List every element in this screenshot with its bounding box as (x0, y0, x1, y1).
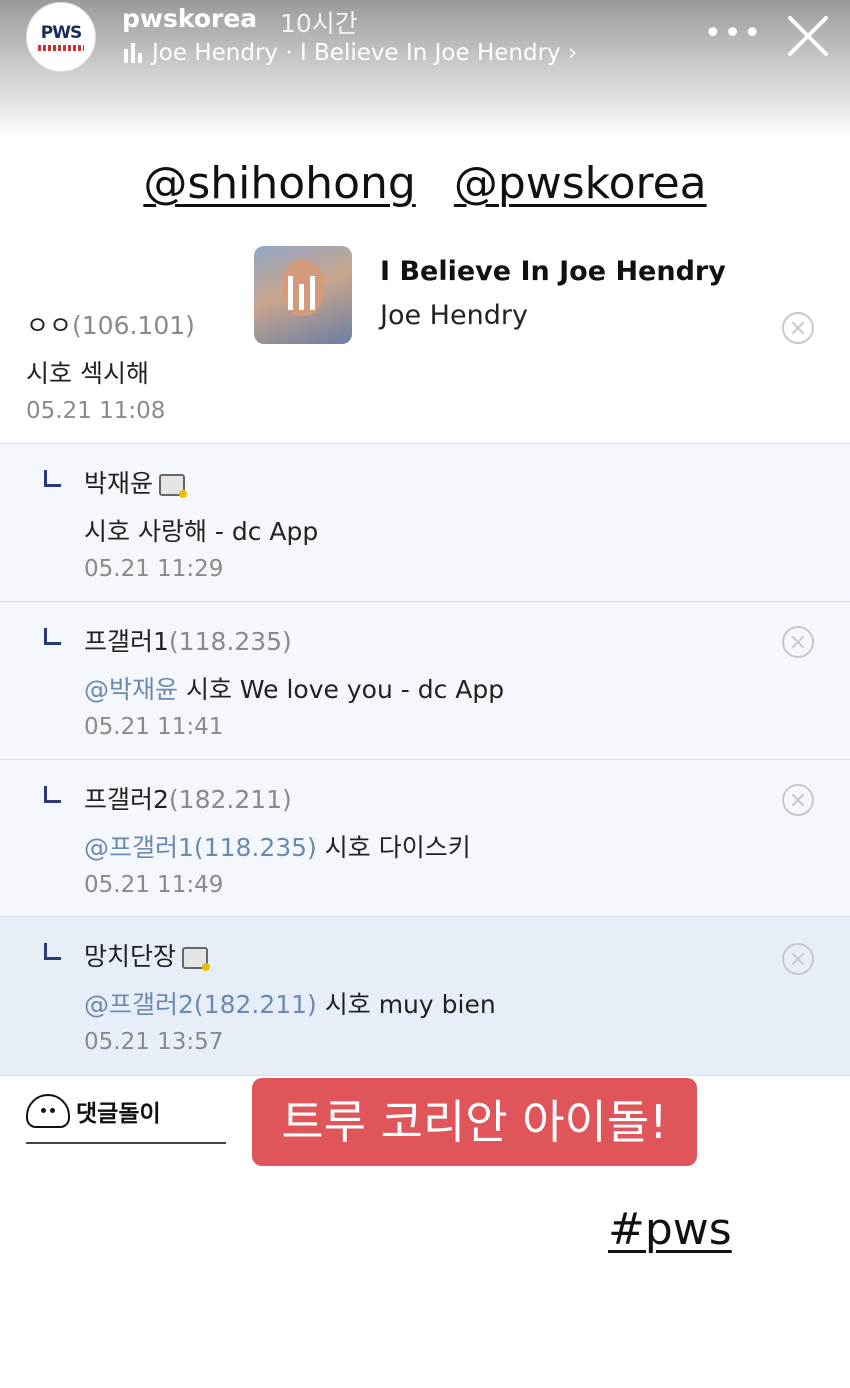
more-options-icon[interactable]: ••• (704, 16, 763, 51)
fixed-nick-badge-icon (182, 947, 211, 971)
delete-comment-icon[interactable] (782, 626, 814, 658)
author-name: 프갤러1 (84, 627, 169, 656)
comment-date: 05.21 11:08 (26, 398, 166, 424)
author-ip: (182.211) (168, 785, 292, 814)
reply-item: 망치단장 @프갤러2(182.211) 시호 muy bien 05.21 13… (0, 916, 850, 1076)
reply-text: 시호 We love you - dc App (178, 675, 505, 704)
comment-text: 시호 섹시해 (26, 359, 149, 388)
comment-text: @박재윤 시호 We love you - dc App (84, 670, 504, 706)
reply-mention[interactable]: @프갤러1(118.235) (84, 833, 317, 862)
reply-text: 시호 muy bien (316, 990, 496, 1019)
comment-date: 05.21 13:57 (84, 1029, 224, 1055)
comment-bot-label: 댓글돌이 (26, 1094, 161, 1128)
reply-item: 프갤러1(118.235) @박재윤 시호 We love you - dc A… (0, 601, 850, 760)
profile-avatar[interactable]: PWS (26, 2, 96, 72)
comment-text: 시호 사랑해 - dc App (84, 517, 319, 546)
comment-author: ㅇㅇ(106.101) (26, 306, 195, 342)
story-text-banner: 트루 코리안 아이돌! (252, 1078, 697, 1166)
comment-date: 05.21 11:29 (84, 556, 224, 582)
author-ip: (118.235) (168, 627, 292, 656)
delete-comment-icon[interactable] (782, 784, 814, 816)
comment-date: 05.21 11:49 (84, 872, 224, 898)
author-name: 망치단장 (84, 942, 177, 971)
fixed-nick-badge-icon (159, 474, 188, 498)
reply-arrow-icon (44, 628, 61, 645)
author-name: ㅇㅇ (26, 311, 73, 340)
music-line-label: Joe Hendry · I Believe In Joe Hendry › (152, 40, 578, 66)
album-cover (254, 246, 352, 344)
reply-mention[interactable]: @프갤러2(182.211) (84, 990, 317, 1019)
comment-text: @프갤러2(182.211) 시호 muy bien (84, 985, 496, 1021)
author-name: 박재윤 (84, 469, 154, 498)
reply-arrow-icon (44, 786, 61, 803)
mention-shihohong[interactable]: @shihohong (143, 158, 415, 209)
logo-stripe (38, 45, 84, 51)
story-music-link[interactable]: Joe Hendry · I Believe In Joe Hendry › (124, 40, 577, 66)
music-sticker[interactable]: I Believe In Joe Hendry Joe Hendry (254, 246, 726, 346)
comment-author: 망치단장 (84, 937, 211, 973)
story-time: 10시간 (280, 9, 358, 38)
reply-text: 시호 다이스키 (316, 833, 471, 862)
divider (0, 1075, 850, 1076)
comment-author: 프갤러2(182.211) (84, 780, 292, 816)
story-username[interactable]: pwskorea (122, 4, 257, 33)
delete-comment-icon[interactable] (782, 943, 814, 975)
comment-bot-text: 댓글돌이 (76, 1101, 161, 1127)
comment-author: 프갤러1(118.235) (84, 622, 292, 658)
delete-comment-icon[interactable] (782, 312, 814, 344)
story-mentions: @shihohong @pwskorea (0, 158, 850, 209)
song-title: I Believe In Joe Hendry (380, 256, 726, 287)
ghost-icon (26, 1094, 70, 1128)
reply-arrow-icon (44, 470, 61, 487)
mention-pwskorea[interactable]: @pwskorea (454, 158, 707, 209)
comment-date: 05.21 11:41 (84, 714, 224, 740)
music-bars-icon (288, 276, 315, 310)
hashtag-pws[interactable]: #pws (608, 1204, 732, 1255)
reply-arrow-icon (44, 943, 61, 960)
song-artist: Joe Hendry (380, 300, 528, 331)
reply-mention[interactable]: @박재윤 (84, 675, 178, 704)
reply-item: 프갤러2(182.211) @프갤러1(118.235) 시호 다이스키 05.… (0, 759, 850, 917)
pws-logo: PWS (40, 23, 82, 43)
close-icon[interactable] (784, 12, 832, 60)
author-name: 프갤러2 (84, 785, 169, 814)
reply-item: 박재윤 시호 사랑해 - dc App 05.21 11:29 (0, 443, 850, 602)
author-ip: (106.101) (72, 311, 195, 340)
divider (26, 1142, 226, 1144)
comment-text: @프갤러1(118.235) 시호 다이스키 (84, 828, 471, 864)
music-bars-icon (124, 43, 142, 63)
comment-author: 박재윤 (84, 464, 188, 500)
